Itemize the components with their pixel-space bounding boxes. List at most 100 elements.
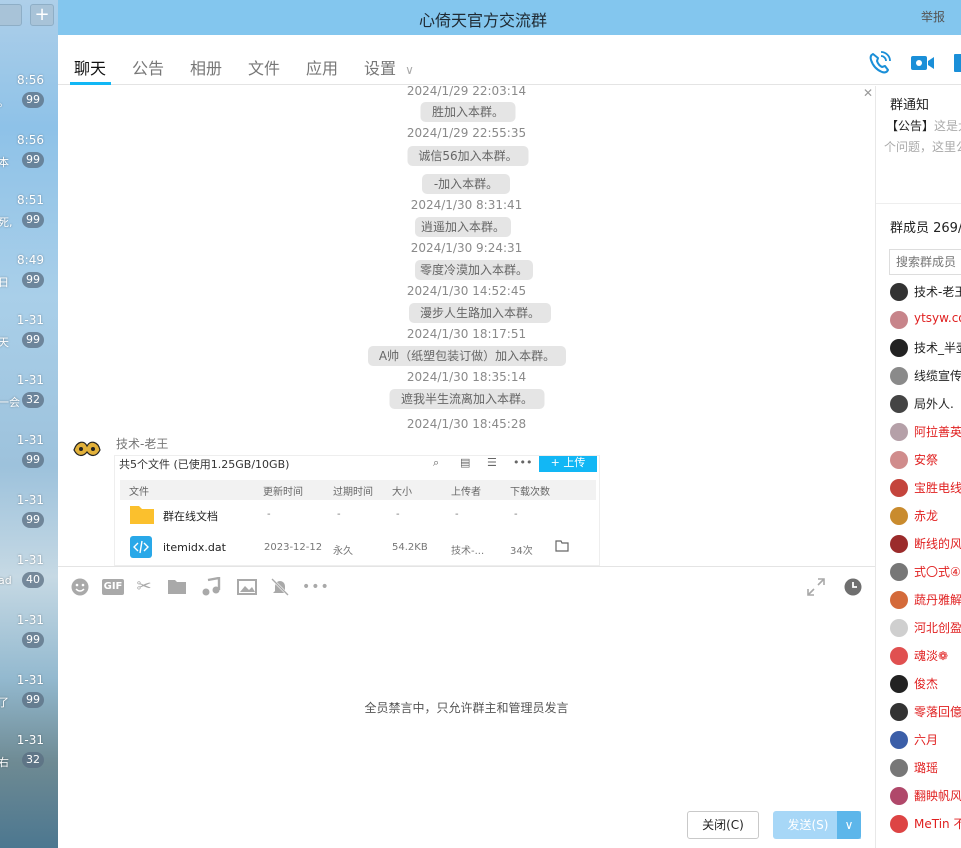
unread-badge: 99 [22, 632, 44, 648]
member-item[interactable]: 魂淡❁ [890, 645, 961, 667]
conversation-item[interactable]: 1-31 天 99 [0, 313, 58, 373]
voice-call-icon[interactable] [866, 51, 892, 75]
bell-off-icon[interactable] [270, 577, 290, 597]
member-item[interactable]: 赤龙 [890, 505, 961, 527]
folder-icon[interactable] [167, 577, 187, 597]
member-item[interactable]: 技术-老王 [890, 281, 961, 303]
chat-history[interactable]: ✕ 2024/1/29 22:03:14 胜加入本群。 2024/1/29 22:5… [58, 86, 875, 566]
member-name: 断线的风 [914, 537, 961, 551]
image-icon[interactable] [237, 577, 257, 597]
member-item[interactable]: 宝胜电线 [890, 477, 961, 499]
message-timestamp: 2024/1/30 18:17:51 [406, 327, 527, 341]
member-item[interactable]: 零落回億 [890, 701, 961, 723]
screen-share-icon[interactable] [953, 51, 961, 75]
member-name: 线缆宣传 [914, 369, 961, 383]
member-name: 俊杰 [914, 677, 939, 691]
member-avatar [890, 395, 908, 413]
search-icon: ⌕ [433, 456, 440, 469]
image-message[interactable]: 共5个文件 (已使用1.25GB/10GB) ⌕ ▤ ☰ ••• + 上传 文件… [114, 455, 600, 566]
conversation-item[interactable]: 1-31 了 99 [0, 673, 58, 733]
member-avatar [890, 535, 908, 553]
member-name: 魂淡❁ [914, 649, 949, 663]
member-avatar [890, 647, 908, 665]
member-name: 安祭 [914, 453, 939, 467]
conversation-item[interactable]: 8:49 日 99 [0, 253, 58, 313]
member-item[interactable]: 璐瑶 [890, 757, 961, 779]
folder-icon [130, 506, 154, 524]
tab-settings[interactable]: 设置 ∨ [364, 55, 414, 79]
tab-announcement[interactable]: 公告 [132, 55, 164, 79]
member-item[interactable]: 蔬丹雅解 [890, 589, 961, 611]
message-input-area[interactable]: 全员禁言中，只允许群主和管理员发言 关闭(C) 发送(S) ∨ [58, 604, 875, 848]
divider [876, 203, 961, 204]
conversation-item[interactable]: 8:56 。 99 [0, 73, 58, 133]
music-note-icon[interactable] [201, 577, 221, 597]
member-search-input[interactable] [889, 249, 961, 275]
tab-files[interactable]: 文件 [248, 55, 280, 79]
conversation-time: 1-31 [16, 733, 44, 747]
conversation-item[interactable]: 1-31 右 32 [0, 733, 58, 793]
member-item[interactable]: 阿拉善英 [890, 421, 961, 443]
add-icon[interactable]: + [30, 4, 54, 26]
col-expires: 过期时间 [333, 487, 373, 498]
member-avatar [890, 479, 908, 497]
gif-icon[interactable]: GIF [102, 579, 124, 595]
system-message: -加入本群。 [422, 174, 510, 194]
tab-chat[interactable]: 聊天 [74, 55, 106, 79]
emoji-icon[interactable] [70, 577, 90, 597]
member-item[interactable]: 安祭 [890, 449, 961, 471]
member-item[interactable]: 俊杰 [890, 673, 961, 695]
member-item[interactable]: 技术_半壶 [890, 337, 961, 359]
member-name: 局外人. [914, 397, 954, 411]
open-folder-icon [555, 540, 569, 552]
member-item[interactable]: 线缆宣传 [890, 365, 961, 387]
history-clock-icon[interactable] [843, 577, 863, 597]
member-item[interactable]: 翻眏帆风 [890, 785, 961, 807]
conversation-item[interactable]: 1-31 99 [0, 613, 58, 673]
member-item[interactable]: 断线的风 [890, 533, 961, 555]
mute-notice: 全员禁言中，只允许群主和管理员发言 [364, 701, 569, 715]
sender-avatar[interactable] [72, 438, 102, 460]
member-item[interactable]: MeTin 不 [890, 813, 961, 835]
conversation-item[interactable]: 1-31 99 [0, 493, 58, 553]
file-row-expires: - [337, 509, 341, 520]
conversation-list: + 8:56。998:56本998:51死,998:49日991-31天991-… [0, 0, 58, 848]
member-name: 宝胜电线 [914, 481, 961, 495]
tab-apps[interactable]: 应用 [306, 55, 338, 79]
group-notice-title[interactable]: 群通知 [890, 94, 929, 113]
send-options-dropdown[interactable]: ∨ [837, 811, 861, 839]
conversation-item[interactable]: 1-31 99 [0, 433, 58, 493]
conversation-item[interactable]: 1-31 一会 32 [0, 373, 58, 433]
conversation-item[interactable]: 8:51 死, 99 [0, 193, 58, 253]
member-avatar [890, 423, 908, 441]
notice-tag: 【公告】 [886, 119, 935, 133]
col-downloads: 下载次数 [510, 487, 550, 498]
member-count-title: 群成员 269/ [890, 221, 961, 236]
member-name: 技术-老王 [914, 285, 961, 299]
code-file-icon [130, 536, 152, 558]
expand-icon[interactable] [806, 577, 826, 597]
member-name: 翻眏帆风 [914, 789, 961, 803]
conversation-item[interactable]: 8:56 本 99 [0, 133, 58, 193]
close-button[interactable]: 关闭(C) [687, 811, 759, 839]
member-item[interactable]: 六月 [890, 729, 961, 751]
conversation-time: 1-31 [16, 433, 44, 447]
member-item[interactable]: 局外人. [890, 393, 961, 415]
conversation-snippet: 一会 [0, 396, 20, 409]
member-item[interactable]: 河北创盈 [890, 617, 961, 639]
group-side-panel: 群通知 【公告】这是大 个问题，这里公 群成员 269/ 技术-老王 ytsyw.… [875, 86, 961, 848]
report-link[interactable]: 举报 [921, 8, 945, 25]
conversation-item[interactable]: 1-31 ad 40 [0, 553, 58, 613]
unread-badge: 40 [22, 572, 44, 588]
member-avatar [890, 367, 908, 385]
more-icon[interactable]: ••• [302, 577, 329, 597]
col-updated: 更新时间 [263, 487, 303, 498]
video-call-icon[interactable] [910, 51, 936, 75]
member-item[interactable]: ytsyw.co [890, 309, 961, 331]
scissors-icon[interactable]: ✂ [134, 577, 154, 597]
unread-badge: 99 [22, 332, 44, 348]
tab-album[interactable]: 相册 [190, 55, 222, 79]
group-notice-preview[interactable]: 【公告】这是大 [886, 117, 961, 134]
member-item[interactable]: 式〇式④ [890, 561, 961, 583]
menu-box-button[interactable] [0, 4, 22, 26]
